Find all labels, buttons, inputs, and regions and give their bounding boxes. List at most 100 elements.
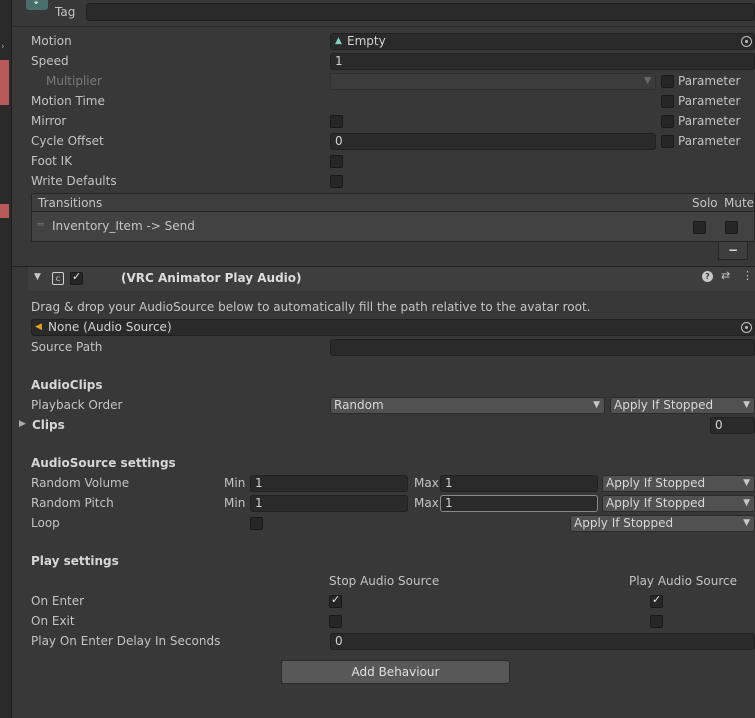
- random-volume-label: Random Volume: [31, 476, 130, 490]
- motion-field[interactable]: ▲ Empty: [330, 33, 755, 50]
- cycle-offset-parameter-checkbox[interactable]: [661, 135, 674, 148]
- chevron-down-icon: ▼: [743, 518, 750, 528]
- audio-source-field[interactable]: ◀ None (Audio Source): [31, 319, 755, 336]
- parameter-label: Parameter: [678, 114, 741, 128]
- playback-apply-value: Apply If Stopped: [614, 398, 714, 412]
- pitch-max-field[interactable]: 1: [440, 495, 598, 512]
- speed-label: Speed: [31, 54, 69, 68]
- mirror-parameter-checkbox[interactable]: [661, 115, 674, 128]
- gutter-highlight: [0, 204, 9, 218]
- drag-handle-icon[interactable]: ═: [37, 218, 44, 231]
- speaker-icon: ◀: [35, 322, 42, 332]
- foot-ik-label: Foot IK: [31, 154, 73, 168]
- component-description: Drag & drop your AudioSource below to au…: [31, 300, 591, 314]
- object-picker-icon[interactable]: [741, 322, 752, 333]
- cycle-offset-field[interactable]: 0: [330, 133, 656, 150]
- clips-foldout-arrow-icon[interactable]: ▶: [19, 419, 26, 429]
- transition-row[interactable]: ═ Inventory_Item -> Send: [31, 212, 755, 242]
- source-path-label: Source Path: [31, 340, 103, 354]
- add-behaviour-button[interactable]: Add Behaviour: [281, 660, 510, 684]
- animation-clip-icon: ▲: [335, 36, 342, 46]
- loop-label: Loop: [31, 516, 60, 530]
- playback-order-label: Playback Order: [31, 398, 123, 412]
- remove-transition-button[interactable]: −: [718, 242, 748, 260]
- random-pitch-label: Random Pitch: [31, 496, 114, 510]
- on-exit-stop-checkbox[interactable]: [329, 615, 342, 628]
- min-label: Min: [224, 476, 246, 490]
- gutter-highlight: [0, 60, 9, 105]
- foldout-arrow-icon[interactable]: ▼: [34, 272, 41, 282]
- playback-order-value: Random: [334, 398, 384, 412]
- parameter-label: Parameter: [678, 134, 741, 148]
- write-defaults-checkbox[interactable]: [330, 175, 343, 188]
- more-options-icon[interactable]: ⋮: [742, 269, 753, 282]
- min-label: Min: [224, 496, 246, 510]
- on-enter-play-checkbox[interactable]: [650, 593, 663, 608]
- gutter-arrow-icon[interactable]: ›: [1, 42, 5, 52]
- playback-apply-dropdown[interactable]: Apply If Stopped ▼: [610, 397, 755, 414]
- component-title: (VRC Animator Play Audio): [121, 271, 302, 285]
- tag-label: Tag: [55, 5, 76, 19]
- multiplier-label: Multiplier: [46, 74, 102, 88]
- on-exit-label: On Exit: [31, 614, 75, 628]
- chevron-down-icon: ▼: [743, 478, 750, 488]
- mirror-checkbox[interactable]: [330, 115, 343, 128]
- transitions-header: Transitions Solo Mute: [31, 193, 755, 212]
- speed-field[interactable]: 1: [330, 53, 755, 70]
- multiplier-dropdown: ▼: [330, 73, 656, 90]
- volume-apply-dropdown[interactable]: Apply If Stopped ▼: [602, 475, 755, 492]
- on-enter-stop-checkbox[interactable]: [329, 593, 342, 608]
- motion-time-parameter-checkbox[interactable]: [661, 95, 674, 108]
- motion-label: Motion: [31, 34, 72, 48]
- pitch-min-field[interactable]: 1: [250, 495, 408, 512]
- pitch-apply-dropdown[interactable]: Apply If Stopped ▼: [602, 495, 755, 512]
- clips-count-field[interactable]: 0: [710, 417, 755, 434]
- mirror-label: Mirror: [31, 114, 67, 128]
- parameter-label: Parameter: [678, 94, 741, 108]
- object-picker-icon[interactable]: [741, 36, 752, 47]
- source-path-field[interactable]: [330, 339, 755, 356]
- component-header[interactable]: ▼ c (VRC Animator Play Audio) ? ⇄ ⋮: [28, 267, 755, 291]
- parameter-label: Parameter: [678, 74, 741, 88]
- on-enter-label: On Enter: [31, 594, 85, 608]
- volume-apply-value: Apply If Stopped: [606, 476, 706, 490]
- help-icon[interactable]: ?: [702, 271, 713, 282]
- solo-checkbox[interactable]: [693, 221, 706, 234]
- chevron-down-icon: ▼: [644, 76, 651, 86]
- audioclips-heading: AudioClips: [31, 378, 103, 392]
- audiosource-settings-heading: AudioSource settings: [31, 456, 176, 470]
- preset-icon[interactable]: ⇄: [721, 269, 730, 282]
- play-delay-field[interactable]: 0: [330, 633, 755, 650]
- foot-ik-checkbox[interactable]: [330, 155, 343, 168]
- motion-value: Empty: [347, 34, 386, 48]
- write-defaults-label: Write Defaults: [31, 174, 117, 188]
- mute-header: Mute: [724, 196, 755, 210]
- loop-apply-dropdown[interactable]: Apply If Stopped ▼: [570, 515, 755, 532]
- loop-checkbox[interactable]: [250, 517, 263, 530]
- multiplier-parameter-checkbox[interactable]: [661, 75, 674, 88]
- max-label: Max: [414, 496, 439, 510]
- cycle-offset-label: Cycle Offset: [31, 134, 104, 148]
- audio-source-value: None (Audio Source): [48, 320, 172, 334]
- chevron-down-icon: ▼: [593, 400, 600, 410]
- volume-max-field[interactable]: 1: [440, 475, 598, 492]
- play-audio-source-header: Play Audio Source: [629, 574, 737, 588]
- pitch-apply-value: Apply If Stopped: [606, 496, 706, 510]
- component-enabled-checkbox[interactable]: [70, 270, 83, 285]
- clips-label: Clips: [32, 418, 65, 432]
- on-exit-play-checkbox[interactable]: [650, 615, 663, 628]
- chevron-down-icon: ▼: [743, 400, 750, 410]
- max-label: Max: [414, 476, 439, 490]
- stop-audio-source-header: Stop Audio Source: [329, 574, 440, 588]
- play-settings-heading: Play settings: [31, 554, 119, 568]
- mute-checkbox[interactable]: [725, 221, 738, 234]
- tag-field[interactable]: [86, 3, 755, 21]
- transitions-title: Transitions: [38, 196, 103, 210]
- solo-header: Solo: [692, 196, 718, 210]
- motion-time-label: Motion Time: [31, 94, 105, 108]
- volume-min-field[interactable]: 1: [250, 475, 408, 492]
- state-icon: ⇣: [26, 0, 48, 10]
- left-gutter: ›: [0, 0, 12, 718]
- play-delay-label: Play On Enter Delay In Seconds: [31, 634, 221, 648]
- playback-order-dropdown[interactable]: Random ▼: [330, 397, 605, 414]
